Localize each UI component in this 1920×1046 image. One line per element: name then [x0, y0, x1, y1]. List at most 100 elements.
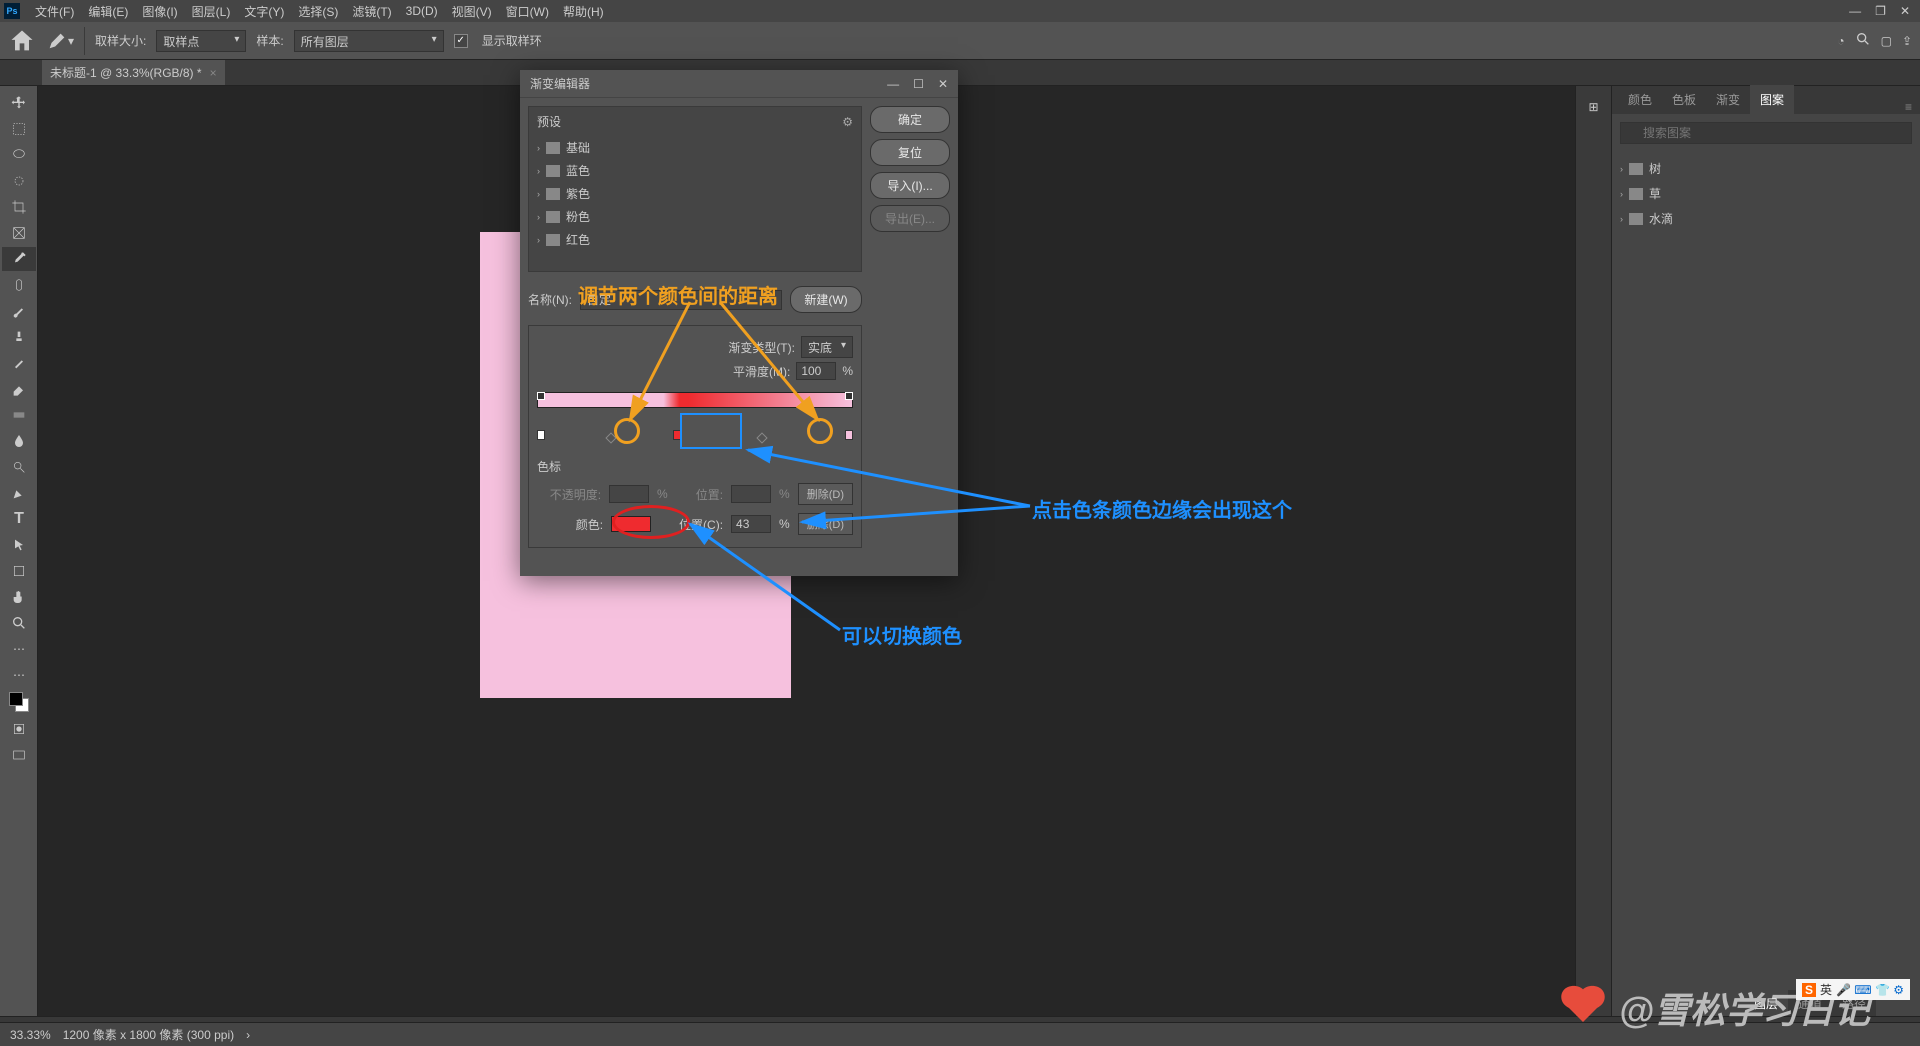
minimize-dialog-icon[interactable]: —	[887, 77, 899, 91]
quickmask-tool[interactable]	[2, 717, 36, 741]
preset-folder[interactable]: ›红色	[537, 228, 853, 251]
eraser-tool[interactable]	[2, 377, 36, 401]
menu-view[interactable]: 视图(V)	[445, 3, 499, 20]
tool-icon[interactable]: ▾	[46, 27, 74, 55]
watermark-icon	[1555, 980, 1611, 1036]
delete-opacity-stop-button: 删除(D)	[798, 483, 853, 505]
color-stop[interactable]	[537, 430, 545, 440]
menu-edit[interactable]: 编辑(E)	[81, 3, 135, 20]
menu-filter[interactable]: 滤镜(T)	[345, 3, 398, 20]
toolbox: T ⋯ ⋯	[0, 86, 38, 1022]
pattern-search-input[interactable]	[1620, 122, 1912, 144]
crop-tool[interactable]	[2, 195, 36, 219]
collapsed-panel-strip[interactable]: ⊞	[1575, 86, 1611, 1022]
stamp-tool[interactable]	[2, 325, 36, 349]
document-info[interactable]: 1200 像素 x 1800 像素 (300 ppi)	[63, 1026, 234, 1043]
close-tab-icon[interactable]: ×	[210, 66, 217, 80]
menu-window[interactable]: 窗口(W)	[499, 3, 556, 20]
tab-color[interactable]: 颜色	[1618, 85, 1662, 114]
sample-dropdown[interactable]: 所有图层	[294, 30, 444, 52]
brush-tool[interactable]	[2, 299, 36, 323]
eyedropper-tool[interactable]	[2, 247, 36, 271]
sample-size-dropdown[interactable]: 取样点	[156, 30, 246, 52]
show-ring-checkbox[interactable]	[454, 34, 468, 48]
lasso-tool[interactable]	[2, 143, 36, 167]
color-swatches[interactable]	[9, 692, 29, 712]
color-stop[interactable]	[845, 430, 853, 440]
stops-section-label: 色标	[537, 454, 853, 479]
pen-tool[interactable]	[2, 481, 36, 505]
edit-toolbar[interactable]: ⋯	[2, 663, 36, 687]
panel-icon[interactable]: ⊞	[1588, 100, 1598, 114]
tab-patterns[interactable]: 图案	[1750, 85, 1794, 114]
tab-gradients[interactable]: 渐变	[1706, 85, 1750, 114]
panel-menu-icon[interactable]: ≡	[1897, 100, 1920, 114]
app-logo: Ps	[4, 3, 20, 19]
path-select-tool[interactable]	[2, 533, 36, 557]
name-label: 名称(N):	[528, 291, 572, 308]
tab-swatches[interactable]: 色板	[1662, 85, 1706, 114]
shape-tool[interactable]	[2, 559, 36, 583]
gradient-type-dropdown[interactable]: 实底	[801, 336, 853, 358]
new-gradient-button[interactable]: 新建(W)	[790, 286, 862, 313]
tree-item[interactable]: ›水滴	[1618, 206, 1914, 231]
smoothness-input[interactable]	[796, 362, 836, 380]
dodge-tool[interactable]	[2, 455, 36, 479]
info-chevron-icon[interactable]: ›	[246, 1028, 250, 1042]
opacity-stop[interactable]	[845, 392, 853, 400]
tree-item[interactable]: ›树	[1618, 156, 1914, 181]
close-dialog-icon[interactable]: ✕	[938, 77, 948, 91]
hand-tool[interactable]	[2, 585, 36, 609]
annotation-text: 调节两个颜色间的距离	[578, 280, 778, 309]
minimize-icon[interactable]: —	[1849, 4, 1861, 18]
import-button[interactable]: 导入(I)...	[870, 172, 950, 199]
cloud-icon[interactable]: ◔	[1837, 34, 1844, 48]
history-brush-tool[interactable]	[2, 351, 36, 375]
search-icon[interactable]	[1855, 31, 1871, 50]
preset-folder[interactable]: ›粉色	[537, 205, 853, 228]
reset-button[interactable]: 复位	[870, 139, 950, 166]
screenmode-tool[interactable]	[2, 743, 36, 767]
ok-button[interactable]: 确定	[870, 106, 950, 133]
folder-icon	[1629, 188, 1643, 200]
menu-image[interactable]: 图像(I)	[135, 3, 184, 20]
preset-folder[interactable]: ›蓝色	[537, 159, 853, 182]
preset-folder[interactable]: ›紫色	[537, 182, 853, 205]
zoom-tool[interactable]	[2, 611, 36, 635]
ime-indicator[interactable]: S 英 🎤 ⌨ 👕 ⚙	[1796, 979, 1910, 1000]
position-c-input[interactable]	[731, 515, 771, 533]
midpoint-stop[interactable]	[757, 432, 768, 443]
delete-color-stop-button[interactable]: 删除(D)	[798, 513, 853, 535]
annotation-box	[680, 413, 742, 449]
gear-icon[interactable]: ⚙	[842, 115, 853, 129]
quick-select-tool[interactable]	[2, 169, 36, 193]
gradient-tool[interactable]	[2, 403, 36, 427]
tree-item[interactable]: ›草	[1618, 181, 1914, 206]
menu-layer[interactable]: 图层(L)	[185, 3, 238, 20]
maximize-dialog-icon[interactable]: ☐	[913, 77, 924, 91]
annotation-ellipse	[612, 505, 690, 539]
menu-select[interactable]: 选择(S)	[291, 3, 345, 20]
frame-tool[interactable]	[2, 221, 36, 245]
blur-tool[interactable]	[2, 429, 36, 453]
type-tool[interactable]: T	[2, 507, 36, 531]
move-tool[interactable]	[2, 91, 36, 115]
maximize-icon[interactable]: ❐	[1875, 4, 1886, 18]
menu-bar: Ps 文件(F) 编辑(E) 图像(I) 图层(L) 文字(Y) 选择(S) 滤…	[0, 0, 1920, 22]
menu-help[interactable]: 帮助(H)	[556, 3, 611, 20]
document-tab[interactable]: 未标题-1 @ 33.3%(RGB/8) * ×	[42, 60, 225, 85]
zoom-level[interactable]: 33.33%	[10, 1028, 51, 1042]
preset-folder[interactable]: ›基础	[537, 136, 853, 159]
document-tab-bar: 未标题-1 @ 33.3%(RGB/8) * ×	[0, 60, 1920, 86]
marquee-tool[interactable]	[2, 117, 36, 141]
share-icon[interactable]: ⇪	[1902, 34, 1912, 48]
healing-tool[interactable]	[2, 273, 36, 297]
home-icon[interactable]	[8, 27, 36, 55]
close-icon[interactable]: ✕	[1900, 4, 1910, 18]
menu-type[interactable]: 文字(Y)	[237, 3, 291, 20]
frame-icon[interactable]: ▢	[1881, 34, 1892, 48]
menu-file[interactable]: 文件(F)	[28, 3, 81, 20]
menu-3d[interactable]: 3D(D)	[399, 4, 445, 18]
opacity-stop[interactable]	[537, 392, 545, 400]
more-tools[interactable]: ⋯	[2, 637, 36, 661]
